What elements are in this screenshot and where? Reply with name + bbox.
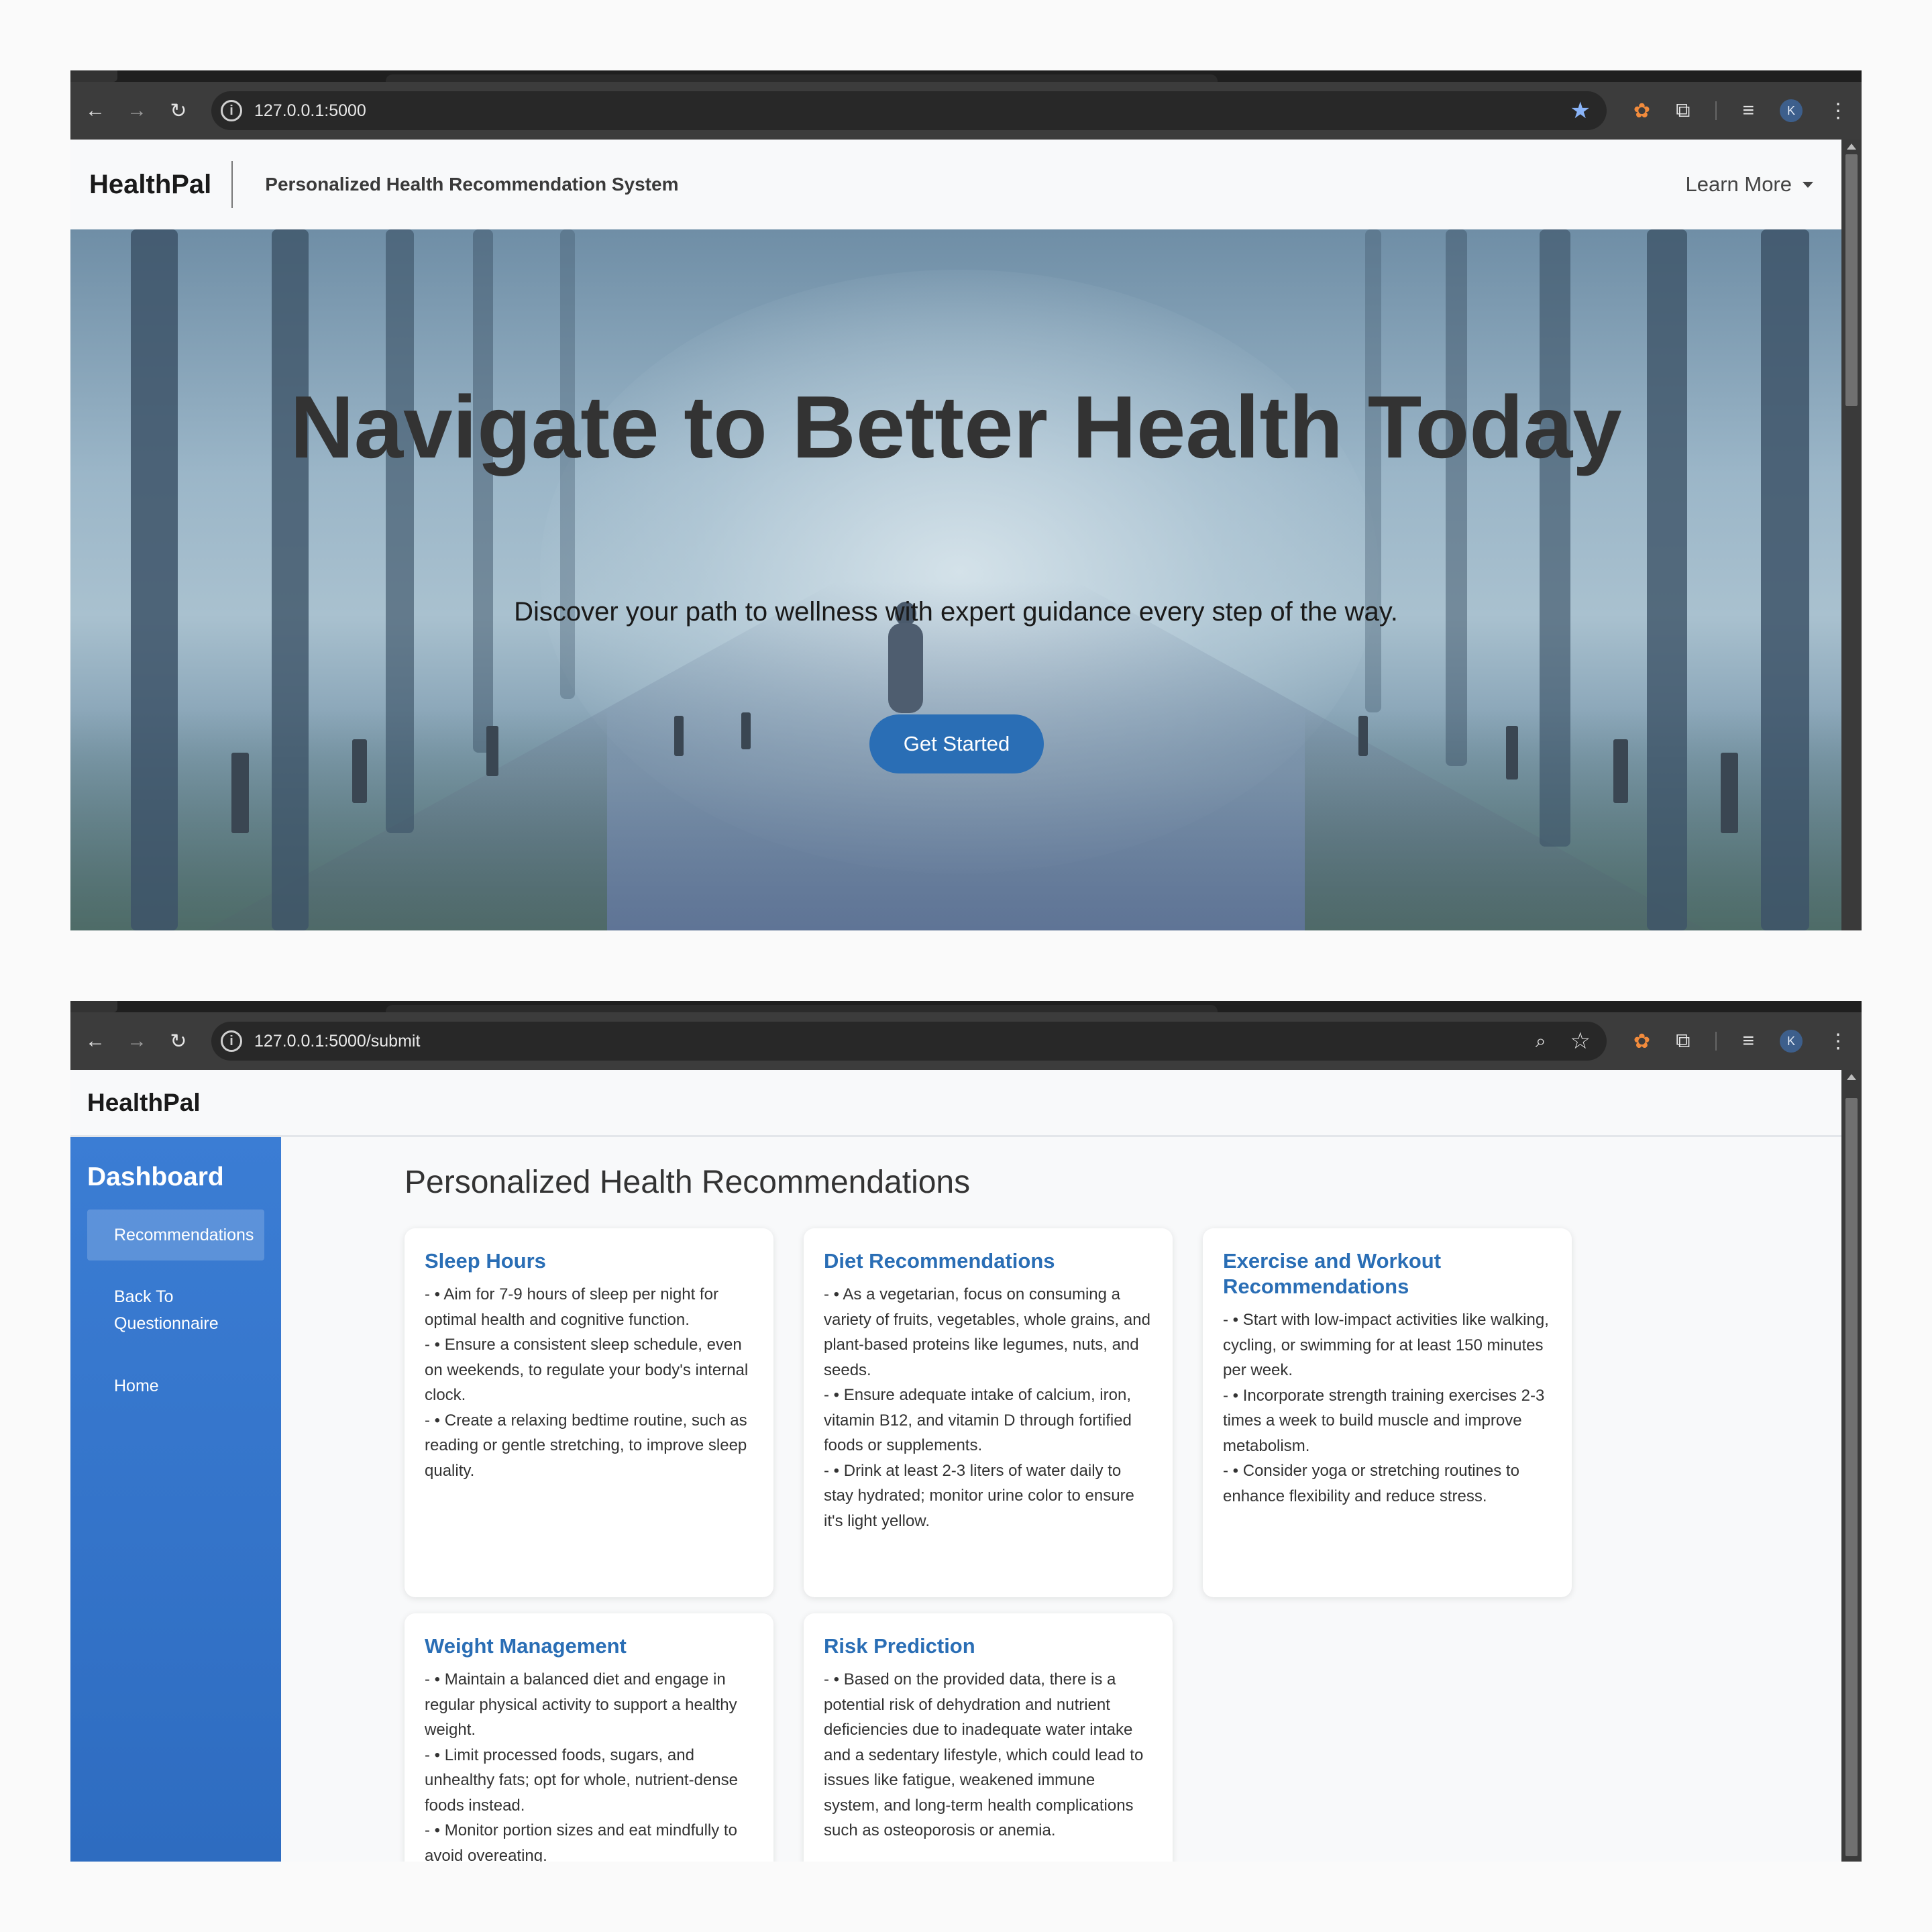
bookmark-star-icon[interactable]: ★	[1570, 97, 1591, 124]
address-bar[interactable]: i 127.0.0.1:5000 ★	[211, 91, 1607, 130]
card-risk-prediction: Risk Prediction - • Based on the provide…	[804, 1613, 1173, 1862]
learn-more-dropdown[interactable]: Learn More	[1685, 140, 1813, 229]
card-body: - • Aim for 7-9 hours of sleep per night…	[425, 1285, 749, 1480]
card-body: - • Start with low-impact activities lik…	[1223, 1311, 1549, 1505]
hero-section: Navigate to Better Health Today Discover…	[70, 229, 1841, 930]
menu-icon[interactable]: ⋮	[1828, 1030, 1848, 1053]
site-navbar: HealthPal Personalized Health Recommenda…	[70, 140, 1841, 229]
site-info-icon[interactable]: i	[221, 100, 242, 121]
brand-divider	[231, 161, 233, 208]
browser-toolbar: ← → ↻ i 127.0.0.1:5000 ★ ✿ ⧉ ≡ K ⋮	[70, 82, 1862, 140]
card-exercise-recommendations: Exercise and Workout Recommendations - •…	[1203, 1228, 1572, 1597]
get-started-button[interactable]: Get Started	[869, 714, 1044, 773]
main-content: Personalized Health Recommendations Slee…	[281, 1137, 1841, 1862]
zoom-icon[interactable]: ⌕	[1536, 1030, 1546, 1053]
browser-window-home: ← → ↻ i 127.0.0.1:5000 ★ ✿ ⧉ ≡ K ⋮ Healt…	[70, 70, 1862, 930]
back-icon[interactable]: ←	[78, 94, 112, 127]
profile-icon[interactable]: K	[1780, 1030, 1803, 1053]
page-title: Personalized Health Recommendations	[405, 1165, 971, 1200]
dashboard-sidebar: Dashboard Recommendations Back To Questi…	[70, 1137, 281, 1862]
learn-more-label: Learn More	[1685, 172, 1792, 196]
hero-title: Navigate to Better Health Today	[290, 378, 1622, 476]
extension-icon[interactable]: ✿	[1633, 1030, 1650, 1053]
hero-subtitle: Discover your path to wellness with expe…	[514, 597, 1398, 627]
card-title: Diet Recommendations	[824, 1249, 1055, 1273]
forward-icon[interactable]: →	[120, 94, 154, 127]
browser-window-recommendations: ← → ↻ i 127.0.0.1:5000/submit ⌕ ☆ ✿ ⧉ ≡ …	[70, 1001, 1862, 1862]
card-diet-recommendations: Diet Recommendations - • As a vegetarian…	[804, 1228, 1173, 1597]
sidebar-title: Dashboard	[87, 1163, 224, 1191]
profile-icon[interactable]: K	[1780, 99, 1803, 122]
active-tab[interactable]	[386, 74, 1218, 82]
site-info-icon[interactable]: i	[221, 1030, 242, 1052]
card-body: - • As a vegetarian, focus on consuming …	[824, 1285, 1150, 1530]
address-url[interactable]: 127.0.0.1:5000/submit	[254, 1032, 420, 1051]
card-title: Exercise and Workout Recommendations	[1223, 1249, 1442, 1298]
bookmark-star-icon[interactable]: ☆	[1570, 1028, 1591, 1055]
browser-toolbar: ← → ↻ i 127.0.0.1:5000/submit ⌕ ☆ ✿ ⧉ ≡ …	[70, 1012, 1862, 1070]
reload-icon[interactable]: ↻	[162, 94, 195, 127]
puzzle-icon[interactable]: ⧉	[1676, 1030, 1690, 1053]
sidebar-item-home[interactable]: Home	[87, 1360, 264, 1411]
card-body: - • Maintain a balanced diet and engage …	[425, 1670, 738, 1862]
card-title: Sleep Hours	[425, 1249, 546, 1273]
site-navbar: HealthPal	[70, 1070, 1841, 1137]
tab-strip	[70, 70, 1862, 82]
card-sleep-hours: Sleep Hours - • Aim for 7-9 hours of sle…	[405, 1228, 773, 1597]
back-icon[interactable]: ←	[78, 1024, 112, 1058]
card-body: - • Based on the provided data, there is…	[824, 1670, 1144, 1839]
active-tab[interactable]	[386, 1005, 1218, 1012]
tab-strip	[70, 1001, 1862, 1012]
puzzle-icon[interactable]: ⧉	[1676, 99, 1690, 122]
site-tagline: Personalized Health Recommendation Syste…	[265, 174, 679, 195]
brand-logo[interactable]: HealthPal	[89, 170, 211, 200]
media-control-icon[interactable]: ≡	[1742, 99, 1754, 122]
address-url[interactable]: 127.0.0.1:5000	[254, 101, 366, 121]
menu-icon[interactable]: ⋮	[1828, 99, 1848, 123]
address-bar[interactable]: i 127.0.0.1:5000/submit ⌕ ☆	[211, 1022, 1607, 1061]
media-control-icon[interactable]: ≡	[1742, 1030, 1754, 1053]
reload-icon[interactable]: ↻	[162, 1024, 195, 1058]
card-title: Risk Prediction	[824, 1634, 975, 1658]
card-title: Weight Management	[425, 1634, 627, 1658]
card-weight-management: Weight Management - • Maintain a balance…	[405, 1613, 773, 1862]
page-scrollbar[interactable]	[1841, 1070, 1862, 1862]
extension-icon[interactable]: ✿	[1633, 99, 1650, 123]
sidebar-item-back-to-questionnaire[interactable]: Back To Questionnaire	[87, 1271, 264, 1349]
brand-logo[interactable]: HealthPal	[87, 1089, 201, 1117]
sidebar-item-recommendations[interactable]: Recommendations	[87, 1210, 264, 1260]
chevron-down-icon	[1803, 181, 1813, 188]
forward-icon[interactable]: →	[120, 1024, 154, 1058]
page-scrollbar[interactable]	[1841, 140, 1862, 930]
